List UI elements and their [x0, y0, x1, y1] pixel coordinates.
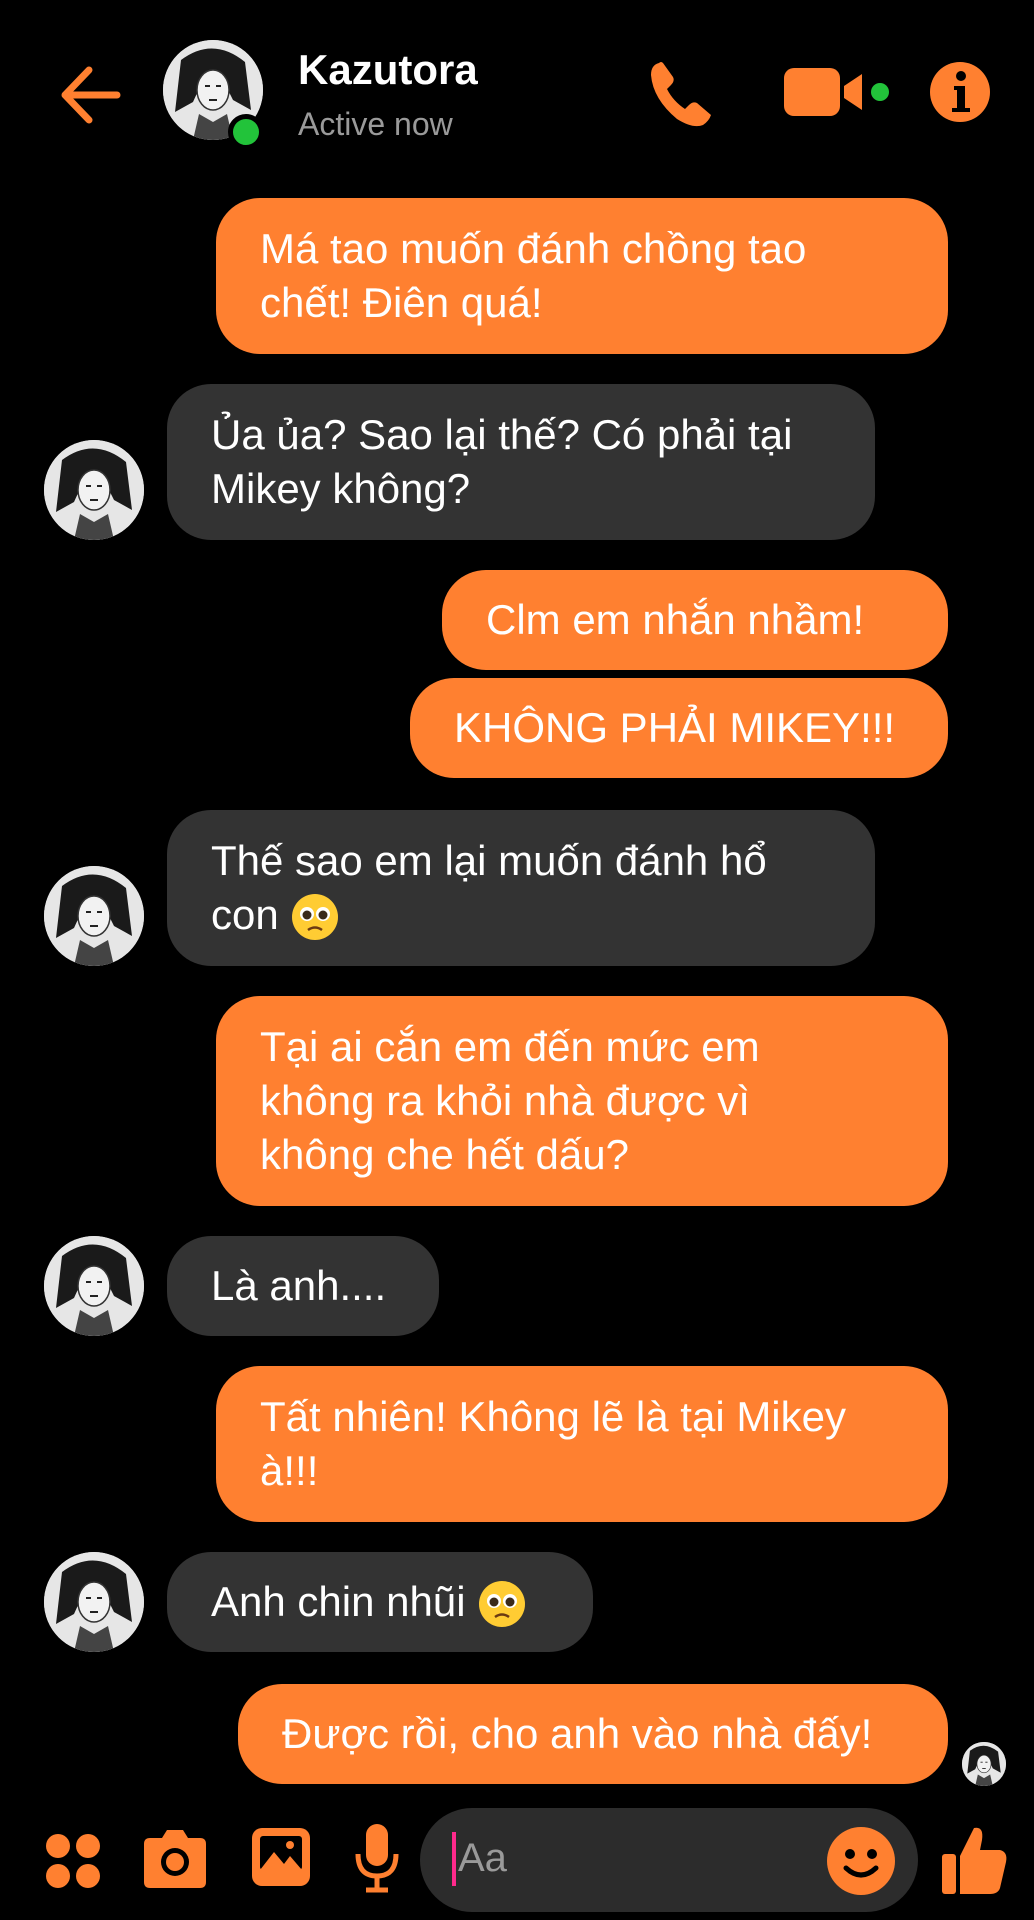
microphone-icon[interactable]	[352, 1822, 402, 1894]
message-text: Tại ai cắn em đến mức em	[260, 1023, 760, 1070]
online-indicator	[228, 114, 264, 150]
thumbs-up-icon[interactable]	[940, 1822, 1008, 1896]
message-text: con	[211, 890, 279, 938]
smiley-icon[interactable]	[826, 1826, 896, 1896]
incoming-message[interactable]: Anh chin nhũi	[167, 1552, 593, 1652]
outgoing-message[interactable]: Clm em nhắn nhầm!	[442, 570, 948, 670]
message-text: không che hết dấu?	[260, 1131, 629, 1178]
info-icon[interactable]	[928, 60, 992, 124]
text-cursor	[452, 1832, 456, 1886]
message-text: Mikey không?	[211, 465, 471, 512]
image-icon[interactable]	[250, 1826, 312, 1888]
pleading-face-emoji	[479, 1581, 526, 1628]
contact-avatar-small[interactable]	[44, 1552, 144, 1652]
camera-icon[interactable]	[140, 1828, 210, 1890]
message-text: Tất nhiên! Không lẽ là tại Mikey	[260, 1393, 846, 1440]
message-text: à!!!	[260, 1447, 319, 1494]
outgoing-message[interactable]: Má tao muốn đánh chồng tao chết! Điên qu…	[216, 198, 948, 354]
contact-name[interactable]: Kazutora	[298, 46, 478, 94]
contact-avatar-small[interactable]	[44, 1236, 144, 1336]
contact-avatar-small[interactable]	[44, 866, 144, 966]
message-text: Thế sao em lại muốn đánh hổ	[211, 836, 767, 884]
message-text: Được rồi, cho anh vào nhà đấy!	[282, 1710, 873, 1757]
four-dots-icon[interactable]	[44, 1832, 102, 1890]
contact-status: Active now	[298, 106, 453, 142]
message-text: Clm em nhắn nhầm!	[486, 596, 865, 643]
incoming-message[interactable]: Là anh....	[167, 1236, 439, 1336]
outgoing-message[interactable]: Tại ai cắn em đến mức em không ra khỏi n…	[216, 996, 948, 1206]
message-input-placeholder: Aa	[458, 1836, 507, 1880]
outgoing-message[interactable]: Được rồi, cho anh vào nhà đấy!	[238, 1684, 948, 1784]
message-text: Ủa ủa? Sao lại thế? Có phải tại	[211, 411, 793, 458]
contact-avatar-small[interactable]	[44, 440, 144, 540]
message-text: không ra khỏi nhà được vì	[260, 1077, 750, 1124]
video-camera-icon[interactable]	[782, 62, 892, 122]
message-text: KHÔNG PHẢI MIKEY!!!	[454, 704, 896, 751]
chat-header: Kazutora Active now	[0, 0, 1034, 185]
message-text: Má tao muốn đánh chồng tao	[260, 225, 807, 272]
phone-icon[interactable]	[645, 55, 721, 131]
message-text: Là anh....	[211, 1262, 387, 1309]
seen-avatar	[962, 1742, 1006, 1786]
message-text: chết! Điên quá!	[260, 279, 543, 326]
arrow-left-icon[interactable]	[55, 60, 125, 130]
message-text: Anh chin nhũi	[211, 1577, 466, 1625]
pleading-face-emoji	[292, 894, 339, 941]
incoming-message[interactable]: Thế sao em lại muốn đánh hổ con	[167, 810, 875, 966]
outgoing-message[interactable]: Tất nhiên! Không lẽ là tại Mikey à!!!	[216, 1366, 948, 1522]
incoming-message[interactable]: Ủa ủa? Sao lại thế? Có phải tại Mikey kh…	[167, 384, 875, 540]
outgoing-message[interactable]: KHÔNG PHẢI MIKEY!!!	[410, 678, 948, 778]
